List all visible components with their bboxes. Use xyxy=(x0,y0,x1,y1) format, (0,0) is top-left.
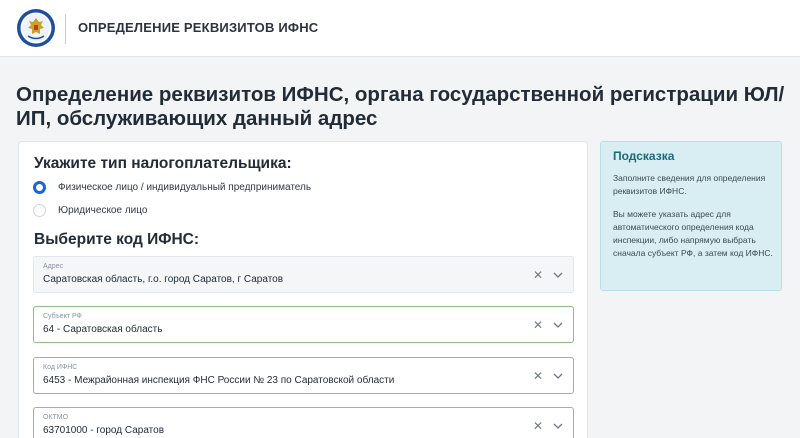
hint-title: Подсказка xyxy=(613,149,675,163)
chevron-down-icon[interactable] xyxy=(552,319,564,331)
redacted-area xyxy=(285,274,391,285)
address-field-value[interactable]: Саратовская область, г.о. город Саратов,… xyxy=(43,274,391,285)
taxpayer-type-title: Укажите тип налогоплательщика: xyxy=(34,155,292,172)
close-icon[interactable]: ✕ xyxy=(533,268,543,282)
radio-individual-button[interactable] xyxy=(33,181,46,194)
region-field[interactable]: Субъект РФ 64 - Саратовская область ✕ xyxy=(33,306,574,343)
chevron-down-icon[interactable] xyxy=(552,420,564,432)
region-field-label: Субъект РФ xyxy=(43,313,82,320)
form-card: Укажите тип налогоплательщика: Физическо… xyxy=(18,141,588,438)
ifns-code-field[interactable]: Код ИФНС 6453 - Межрайонная инспекция ФН… xyxy=(33,357,574,394)
close-icon[interactable]: ✕ xyxy=(533,419,543,433)
fns-emblem-icon[interactable] xyxy=(16,8,56,48)
radio-legal-entity-label: Юридическое лицо xyxy=(58,205,148,216)
hint-paragraph: Заполните сведения для определения рекви… xyxy=(613,173,766,196)
hint-panel: Подсказка Заполните сведения для определ… xyxy=(600,141,782,291)
ifns-code-field-value[interactable]: 6453 - Межрайонная инспекция ФНС России … xyxy=(43,375,394,386)
radio-legal-entity-button[interactable] xyxy=(33,204,46,217)
radio-legal-entity[interactable]: Юридическое лицо xyxy=(33,204,147,217)
header-divider xyxy=(65,14,66,44)
oktmo-field-value[interactable]: 63701000 - город Саратов xyxy=(43,425,164,436)
ifns-code-title: Выберите код ИФНС: xyxy=(34,231,200,248)
page-title: Определение реквизитов ИФНС, органа госу… xyxy=(16,83,785,130)
hint-paragraph: Вы можете указать адрес для автоматическ… xyxy=(613,209,773,258)
region-field-value[interactable]: 64 - Саратовская область xyxy=(43,324,162,335)
chevron-down-icon[interactable] xyxy=(552,370,564,382)
top-bar: ОПРЕДЕЛЕНИЕ РЕКВИЗИТОВ ИФНС xyxy=(0,0,800,57)
oktmo-field[interactable]: ОКТМО 63701000 - город Саратов ✕ xyxy=(33,407,574,438)
address-field[interactable]: Адрес Саратовская область, г.о. город Са… xyxy=(33,256,574,293)
ifns-code-field-label: Код ИФНС xyxy=(43,364,78,371)
chevron-down-icon[interactable] xyxy=(552,269,564,281)
radio-individual-label: Физическое лицо / индивидуальный предпри… xyxy=(58,182,312,193)
header-title: ОПРЕДЕЛЕНИЕ РЕКВИЗИТОВ ИФНС xyxy=(78,20,319,35)
close-icon[interactable]: ✕ xyxy=(533,318,543,332)
radio-individual[interactable]: Физическое лицо / индивидуальный предпри… xyxy=(33,181,311,194)
address-field-label: Адрес xyxy=(43,263,64,270)
close-icon[interactable]: ✕ xyxy=(533,369,543,383)
oktmo-field-label: ОКТМО xyxy=(43,414,69,421)
